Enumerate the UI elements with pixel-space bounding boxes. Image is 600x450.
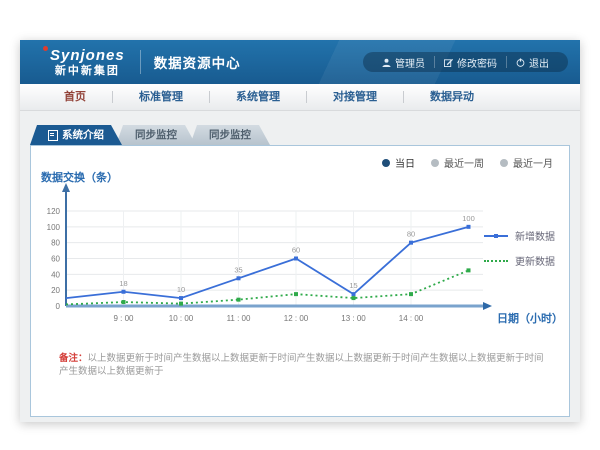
tab-label: 同步监控 — [135, 125, 177, 145]
current-user-label: 管理员 — [395, 55, 425, 70]
tab-sync-monitor-2[interactable]: 同步监控 — [190, 125, 270, 145]
footnote-prefix: 备注： — [59, 353, 88, 364]
logo-red-dot-icon — [43, 46, 48, 51]
svg-text:35: 35 — [234, 265, 242, 274]
logout-label: 退出 — [529, 55, 549, 70]
app-title: 数据资源中心 — [154, 52, 241, 72]
document-icon — [48, 130, 58, 141]
svg-text:18: 18 — [119, 279, 127, 288]
filter-label: 最近一周 — [444, 155, 484, 170]
footnote: 备注：以上数据更新于时间产生数据以上数据更新于时间产生数据以上数据更新于时间产生… — [59, 352, 549, 379]
content-area: 系统介绍 同步监控 同步监控 当日 最近一周 — [20, 111, 580, 417]
footnote-text: 以上数据更新于时间产生数据以上数据更新于时间产生数据以上数据更新于时间产生数据以… — [59, 353, 544, 377]
svg-text:60: 60 — [292, 246, 300, 255]
change-password-button[interactable]: 修改密码 — [435, 55, 506, 70]
main-nav: 首页 标准管理 系统管理 对接管理 数据异动 — [20, 84, 580, 111]
app-header: Synjones 新中新集团 数据资源中心 管理员 修改密码 退出 — [20, 40, 580, 84]
svg-text:40: 40 — [51, 270, 60, 279]
y-axis-title: 数据交换（条） — [41, 169, 118, 185]
logout-button[interactable]: 退出 — [507, 55, 558, 70]
svg-text:80: 80 — [407, 230, 415, 239]
filter-last-week[interactable]: 最近一周 — [431, 155, 484, 170]
company-logo: Synjones 新中新集团 — [50, 48, 125, 77]
edit-icon — [444, 58, 453, 67]
nav-item-standard-mgmt[interactable]: 标准管理 — [113, 84, 209, 110]
svg-text:100: 100 — [47, 223, 61, 232]
tab-sync-monitor-1[interactable]: 同步监控 — [116, 125, 196, 145]
user-toolbar: 管理员 修改密码 退出 — [363, 52, 568, 72]
series-legend: 新增数据 更新数据 — [484, 228, 555, 268]
change-password-label: 修改密码 — [457, 55, 497, 70]
power-icon — [516, 58, 525, 67]
legend-label: 新增数据 — [515, 228, 555, 243]
svg-text:12 : 00: 12 : 00 — [284, 314, 309, 323]
svg-text:15: 15 — [349, 281, 357, 290]
tab-label: 同步监控 — [209, 125, 251, 145]
chart-panel: 当日 最近一周 最近一月 数据交换（条） 0 20 40 60 80 100 120 9 : … — [30, 145, 570, 417]
svg-text:10 : 00: 10 : 00 — [169, 314, 194, 323]
nav-item-home[interactable]: 首页 — [38, 84, 112, 110]
radio-dot-icon — [382, 159, 390, 167]
svg-text:10: 10 — [177, 285, 185, 294]
filter-label: 最近一月 — [513, 155, 553, 170]
legend-label: 更新数据 — [515, 253, 555, 268]
filter-last-month[interactable]: 最近一月 — [500, 155, 553, 170]
filter-today[interactable]: 当日 — [382, 155, 415, 170]
person-icon — [382, 58, 391, 67]
legend-item-update-data: 更新数据 — [484, 253, 555, 268]
svg-text:9 : 00: 9 : 00 — [113, 314, 134, 323]
nav-item-data-change[interactable]: 数据异动 — [404, 84, 500, 110]
nav-item-interface-mgmt[interactable]: 对接管理 — [307, 84, 403, 110]
svg-text:120: 120 — [47, 207, 61, 216]
header-divider — [140, 50, 141, 74]
screenshot-canvas: Synjones 新中新集团 数据资源中心 管理员 修改密码 退出 — [0, 0, 600, 450]
svg-text:60: 60 — [51, 255, 60, 264]
svg-text:日期（小时）: 日期（小时） — [497, 311, 563, 325]
radio-dot-icon — [500, 159, 508, 167]
filter-label: 当日 — [395, 155, 415, 170]
svg-text:11 : 00: 11 : 00 — [227, 314, 251, 323]
svg-text:14 : 00: 14 : 00 — [399, 314, 424, 323]
nav-item-system-mgmt[interactable]: 系统管理 — [210, 84, 306, 110]
tab-bar: 系统介绍 同步监控 同步监控 — [30, 125, 570, 145]
svg-text:100: 100 — [462, 214, 475, 223]
blue-line-swatch-icon — [484, 235, 508, 237]
legend-item-new-data: 新增数据 — [484, 228, 555, 243]
tab-label: 系统介绍 — [62, 125, 104, 145]
logo-text-cn: 新中新集团 — [55, 66, 120, 77]
svg-text:0: 0 — [56, 302, 61, 311]
svg-text:80: 80 — [51, 239, 60, 248]
svg-text:20: 20 — [51, 286, 60, 295]
tab-system-intro[interactable]: 系统介绍 — [30, 125, 122, 145]
current-user-button[interactable]: 管理员 — [373, 55, 434, 70]
radio-dot-icon — [431, 159, 439, 167]
time-range-filter: 当日 最近一周 最近一月 — [382, 155, 553, 170]
portal-page: Synjones 新中新集团 数据资源中心 管理员 修改密码 退出 — [20, 40, 580, 422]
green-dotted-swatch-icon — [484, 260, 508, 262]
logo-text-en: Synjones — [50, 48, 125, 63]
svg-text:13 : 00: 13 : 00 — [341, 314, 366, 323]
